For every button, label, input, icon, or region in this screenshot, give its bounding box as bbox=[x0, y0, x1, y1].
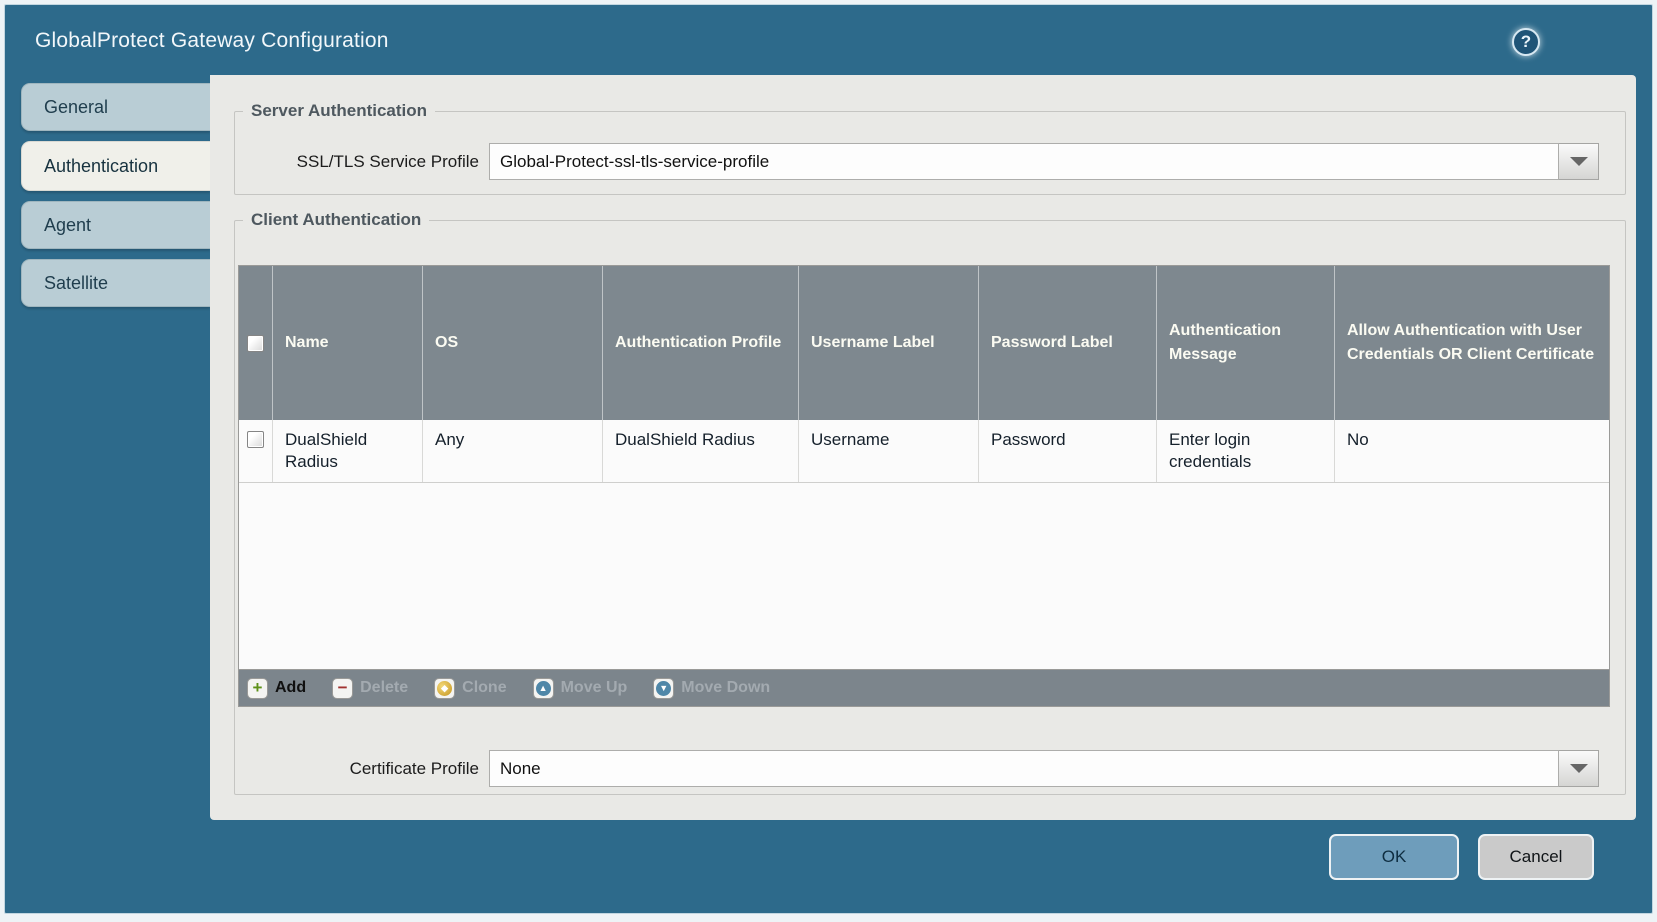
client-authentication-section: Client Authentication Name OS Authentica… bbox=[234, 210, 1626, 795]
cell-allow-auth: No bbox=[1335, 420, 1609, 482]
table-toolbar: + Add − Delete ◆ Clone ▲ Move Up ▼ Mov bbox=[238, 670, 1610, 707]
row-checkbox-cell bbox=[239, 420, 273, 482]
ssl-tls-profile-dropdown-button[interactable] bbox=[1559, 143, 1599, 180]
add-button[interactable]: + Add bbox=[247, 678, 306, 699]
clone-button[interactable]: ◆ Clone bbox=[434, 678, 506, 699]
certificate-profile-label: Certificate Profile bbox=[235, 759, 489, 779]
tab-authentication[interactable]: Authentication bbox=[21, 141, 210, 191]
tab-general-label: General bbox=[44, 97, 108, 118]
tab-agent-label: Agent bbox=[44, 215, 91, 236]
cell-os: Any bbox=[423, 420, 603, 482]
column-header-name[interactable]: Name bbox=[273, 266, 423, 420]
gateway-config-dialog: GlobalProtect Gateway Configuration ? Ge… bbox=[4, 4, 1653, 914]
chevron-down-icon bbox=[1570, 157, 1588, 166]
certificate-profile-dropdown-button[interactable] bbox=[1559, 750, 1599, 787]
server-authentication-section: Server Authentication SSL/TLS Service Pr… bbox=[234, 101, 1626, 195]
delete-button-label: Delete bbox=[360, 679, 408, 697]
arrow-down-icon: ▼ bbox=[653, 678, 674, 699]
tab-authentication-label: Authentication bbox=[44, 156, 158, 177]
column-header-username-label[interactable]: Username Label bbox=[799, 266, 979, 420]
tab-satellite[interactable]: Satellite bbox=[21, 259, 210, 307]
clone-icon: ◆ bbox=[434, 678, 455, 699]
table-empty-area bbox=[239, 483, 1609, 669]
certificate-profile-row: Certificate Profile bbox=[235, 750, 1625, 787]
ok-button[interactable]: OK bbox=[1329, 834, 1459, 880]
column-header-os[interactable]: OS bbox=[423, 266, 603, 420]
select-all-checkbox[interactable] bbox=[247, 335, 264, 352]
ssl-tls-profile-row: SSL/TLS Service Profile bbox=[235, 143, 1625, 180]
column-header-auth-profile[interactable]: Authentication Profile bbox=[603, 266, 799, 420]
cancel-button-label: Cancel bbox=[1510, 847, 1563, 867]
dialog-title: GlobalProtect Gateway Configuration bbox=[35, 29, 389, 53]
column-header-auth-message[interactable]: Authentication Message bbox=[1157, 266, 1335, 420]
table-header-row: Name OS Authentication Profile Username … bbox=[239, 266, 1609, 420]
certificate-profile-input[interactable] bbox=[489, 750, 1559, 787]
content-panel: Server Authentication SSL/TLS Service Pr… bbox=[210, 75, 1636, 820]
move-up-button-label: Move Up bbox=[561, 679, 628, 697]
tab-satellite-label: Satellite bbox=[44, 273, 108, 294]
ok-button-label: OK bbox=[1382, 847, 1407, 867]
column-header-password-label[interactable]: Password Label bbox=[979, 266, 1157, 420]
certificate-profile-combo bbox=[489, 750, 1599, 787]
move-down-button-label: Move Down bbox=[681, 679, 770, 697]
select-all-header-cell bbox=[239, 266, 273, 420]
table-row[interactable]: DualShield Radius Any DualShield Radius … bbox=[239, 420, 1609, 483]
tab-list: General Authentication Agent Satellite bbox=[21, 83, 210, 317]
move-up-button[interactable]: ▲ Move Up bbox=[533, 678, 628, 699]
chevron-down-icon bbox=[1570, 764, 1588, 773]
delete-button[interactable]: − Delete bbox=[332, 678, 408, 699]
add-button-label: Add bbox=[275, 679, 306, 697]
cell-password-label: Password bbox=[979, 420, 1157, 482]
ssl-tls-profile-label: SSL/TLS Service Profile bbox=[235, 152, 489, 172]
cell-auth-message: Enter login credentials bbox=[1157, 420, 1335, 482]
column-header-allow-auth[interactable]: Allow Authentication with User Credentia… bbox=[1335, 266, 1609, 420]
title-bar: GlobalProtect Gateway Configuration ? bbox=[5, 5, 1652, 71]
client-auth-table: Name OS Authentication Profile Username … bbox=[238, 265, 1610, 670]
tab-general[interactable]: General bbox=[21, 83, 210, 131]
minus-icon: − bbox=[332, 678, 353, 699]
row-checkbox[interactable] bbox=[247, 431, 264, 448]
ssl-tls-profile-combo bbox=[489, 143, 1599, 180]
client-authentication-legend: Client Authentication bbox=[243, 210, 429, 230]
clone-button-label: Clone bbox=[462, 679, 506, 697]
cancel-button[interactable]: Cancel bbox=[1478, 834, 1594, 880]
cell-auth-profile: DualShield Radius bbox=[603, 420, 799, 482]
tab-agent[interactable]: Agent bbox=[21, 201, 210, 249]
help-icon[interactable]: ? bbox=[1512, 28, 1540, 56]
arrow-up-icon: ▲ bbox=[533, 678, 554, 699]
server-authentication-legend: Server Authentication bbox=[243, 101, 435, 121]
ssl-tls-profile-input[interactable] bbox=[489, 143, 1559, 180]
plus-icon: + bbox=[247, 678, 268, 699]
move-down-button[interactable]: ▼ Move Down bbox=[653, 678, 770, 699]
cell-username-label: Username bbox=[799, 420, 979, 482]
cell-name: DualShield Radius bbox=[273, 420, 423, 482]
